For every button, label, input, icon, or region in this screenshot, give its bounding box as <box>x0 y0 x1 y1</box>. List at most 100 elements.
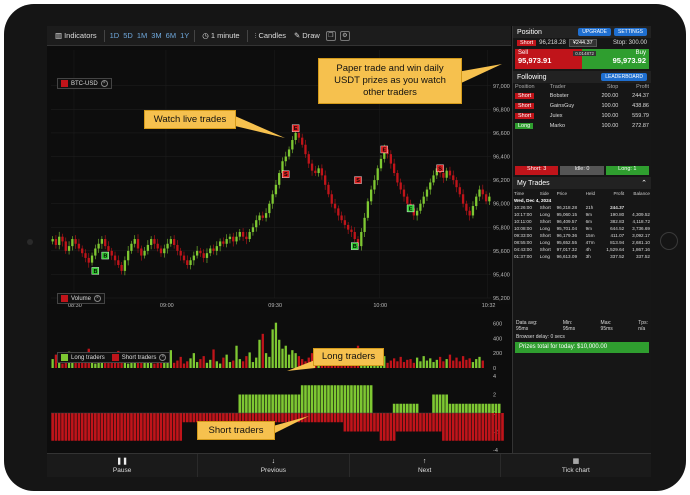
tick-chart-button[interactable]: ▦ Tick chart <box>501 454 651 477</box>
col-price: Price <box>556 190 568 196</box>
tablet-frame: ▥ Indicators 1D 5D 1M 3M 6M 1Y ◷ 1 minut… <box>4 4 686 491</box>
trade-row: 01:37:00 Long 96,613.09 3h 337.52 337.52 <box>513 253 651 260</box>
trade-held: 21h <box>585 205 594 210</box>
trade-price: 96,218.28 <box>556 205 577 210</box>
trade-time: 01:37:00 <box>514 254 532 259</box>
trade-balance: 4,309.52 <box>632 212 650 217</box>
pause-icon: ❚❚ <box>116 457 128 465</box>
trade-row: 04:43:00 Short 97,017.32 4h 1,529.64 1,867.16 <box>513 246 651 253</box>
trade-price: 95,060.15 <box>556 212 577 217</box>
trade-price: 97,017.32 <box>556 247 577 252</box>
trade-held: 4h <box>585 247 591 252</box>
trade-profit: 411.07 <box>610 233 625 238</box>
col-trade-profit: Profit <box>613 190 625 196</box>
trade-time: 10:08:00 <box>514 226 532 231</box>
trade-side: Long <box>539 240 550 245</box>
following-row[interactable]: Long Marko 100.00 272.87 <box>513 121 651 131</box>
sell-price: 95,973.91 <box>518 56 552 65</box>
trade-side: Short <box>539 205 551 210</box>
pointer-paper-trade <box>457 64 502 84</box>
trade-price: 96,179.36 <box>556 233 577 238</box>
previous-label: Previous <box>260 466 287 474</box>
buy-price: 95,973.92 <box>612 56 646 65</box>
trade-side: Long <box>539 212 550 217</box>
trade-time: 08:55:00 <box>514 240 532 245</box>
upgrade-button[interactable]: UPGRADE <box>578 28 611 36</box>
trade-side: Short <box>539 219 551 224</box>
pause-button[interactable]: ❚❚ Pause <box>47 454 199 477</box>
callout-short-traders-text: Short traders <box>208 424 264 436</box>
trader-profit: 438.86 <box>632 103 649 109</box>
trader-name: Juiex <box>549 113 563 119</box>
trade-balance: 3,736.69 <box>632 226 650 231</box>
stop-label: Stop: 300.00 <box>612 40 647 46</box>
trade-row: 09:33:00 Short 96,179.36 15m 411.07 3,092.17 <box>513 232 651 239</box>
app-screen: ▥ Indicators 1D 5D 1M 3M 6M 1Y ◷ 1 minut… <box>47 26 651 477</box>
col-profit[interactable]: Profit <box>620 83 651 91</box>
trade-side: Long <box>539 226 550 231</box>
following-row[interactable]: Short GainsGuy 100.00 438.86 <box>513 101 651 111</box>
trade-price: 96,613.09 <box>556 254 577 259</box>
position-pl: ¥244.37 <box>568 39 597 47</box>
trade-row: 10:26:00 Short 96,218.28 21h 244.37 <box>513 204 651 211</box>
sentiment-short: Short: 3 <box>515 166 559 175</box>
sell-button[interactable]: Sell 95,973.91 0.014872 <box>515 49 596 69</box>
following-title: Following <box>517 73 547 81</box>
callout-paper-trade-text: Paper trade and win daily USDT prizes as… <box>334 63 446 98</box>
trade-profit: 813.94 <box>610 240 625 245</box>
sentiment-long: Long: 1 <box>605 166 649 175</box>
trader-stop: 100.00 <box>601 123 619 129</box>
position-side-badge: Short <box>517 40 537 46</box>
camera <box>27 239 33 245</box>
trade-price: 96,409.57 <box>556 219 577 224</box>
following-row[interactable]: Short Bobster 200.00 244.37 <box>513 91 651 101</box>
trade-time: 10:17:00 <box>514 212 532 217</box>
chevron-up-icon[interactable]: ⌃ <box>641 179 647 187</box>
previous-button[interactable]: ↓ Previous <box>198 454 350 477</box>
trade-held: 9m <box>585 212 592 217</box>
arrow-up-icon: ↑ <box>422 457 427 465</box>
settings-button[interactable]: SETTINGS <box>613 28 647 36</box>
callout-watch-live-text: Watch live trades <box>153 113 227 125</box>
trade-row: 10:11:00 Short 96,409.57 6m 382.83 4,118.72 <box>513 218 651 225</box>
trade-held: 47m <box>585 240 595 245</box>
leaderboard-button[interactable]: LEADERBOARD <box>601 73 647 81</box>
trader-profit: 272.87 <box>632 123 649 129</box>
trade-time: 09:33:00 <box>514 233 532 238</box>
pause-label: Pause <box>112 466 132 474</box>
prize-total-bar: Prizes total for today: $10,000.00 <box>515 342 649 353</box>
trade-side: Short <box>539 247 551 252</box>
trader-side-badge: Long <box>515 123 534 129</box>
trade-profit: 382.83 <box>610 219 625 224</box>
callout-short-traders: Short traders <box>197 421 275 440</box>
following-row[interactable]: Short Juiex 100.00 559.79 <box>513 111 651 121</box>
trader-name: Marko <box>549 123 565 129</box>
trade-held: 9m <box>585 226 592 231</box>
next-button[interactable]: ↑ Next <box>350 454 501 477</box>
col-trader[interactable]: Trader <box>548 83 590 91</box>
trader-stop: 100.00 <box>601 113 619 119</box>
stat-max: Max: 95ms <box>600 320 613 332</box>
trading-panel: Position UPGRADE SETTINGS Short 96,218.2… <box>512 26 651 453</box>
callout-paper-trade: Paper trade and win daily USDT prizes as… <box>318 58 462 104</box>
col-position[interactable]: Position <box>513 83 548 91</box>
position-row: Short 96,218.28 ¥244.37 Stop: 300.00 <box>513 38 651 48</box>
col-side: Side <box>539 190 549 196</box>
col-held: Held <box>585 190 596 196</box>
trader-stop: 200.00 <box>601 93 619 99</box>
trade-price: 95,701.04 <box>556 226 577 231</box>
trade-balance: 4,118.72 <box>632 219 650 224</box>
trader-name: Bobster <box>549 93 569 99</box>
stat-min: Min: 95ms <box>562 320 576 332</box>
tick-chart-label: Tick chart <box>561 466 590 474</box>
pointer-watch-live <box>235 116 285 138</box>
trade-row: 10:08:00 Long 95,701.04 9m 644.52 3,736.69 <box>513 225 651 232</box>
col-stop[interactable]: Stop <box>590 83 621 91</box>
trader-stop: 100.00 <box>601 103 619 109</box>
trade-profit: 644.52 <box>610 226 625 231</box>
trade-profit: 1,529.64 <box>606 247 625 252</box>
bottom-nav: ❚❚ Pause ↓ Previous ↑ Next ▦ Tick chart <box>47 453 651 477</box>
home-button[interactable] <box>660 232 678 250</box>
trader-profit: 244.37 <box>632 93 649 99</box>
trade-row: 08:55:00 Long 95,652.55 47m 813.94 2,681.10 <box>513 239 651 246</box>
